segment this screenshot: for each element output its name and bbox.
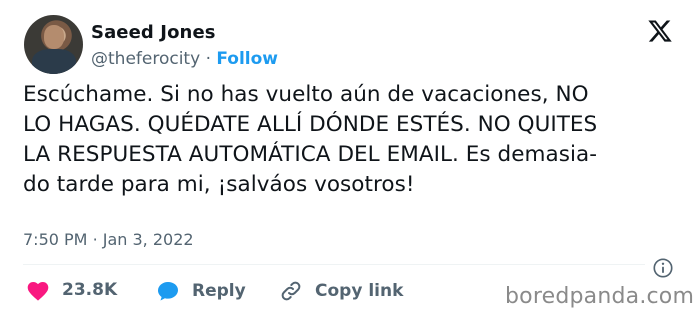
tweet-card: Saeed Jones @theferocity · Follow Escúch… [0, 0, 700, 318]
copy-link-button[interactable]: Copy link [279, 279, 403, 303]
author-name[interactable]: Saeed Jones [91, 22, 216, 43]
x-logo-icon[interactable] [646, 18, 674, 44]
author-handle[interactable]: @theferocity [91, 49, 200, 69]
tweet-text-line: do tarde para mi, ¡salváos vosotros! [23, 172, 415, 197]
date-separator: · [92, 230, 98, 249]
handle-row: @theferocity · Follow [91, 49, 278, 69]
tweet-time: 7:50 PM [23, 230, 88, 249]
copy-link-label: Copy link [315, 281, 404, 301]
tweet-text-line: LO HAGAS. QUÉDATE ALLÍ DÓNDE ESTÉS. NO Q… [23, 112, 598, 137]
like-count: 23.8K [62, 280, 118, 300]
reply-button[interactable]: Reply [156, 279, 246, 303]
link-icon [281, 281, 301, 301]
reply-label: Reply [192, 281, 246, 301]
divider [23, 264, 645, 265]
tweet-text-line: Escúchame. Si no has vuelto aún de vacac… [23, 82, 589, 107]
like-button[interactable]: 23.8K [26, 279, 117, 301]
avatar[interactable] [24, 15, 83, 74]
tweet-text-line: LA RESPUESTA AUTOMÁTICA DEL EMAIL. Es de… [23, 142, 598, 167]
heart-icon [27, 282, 49, 301]
info-icon[interactable] [652, 257, 674, 279]
dot-separator: · [205, 49, 211, 69]
reply-bubble-icon [158, 282, 178, 301]
follow-button[interactable]: Follow [216, 49, 278, 69]
tweet-text: Escúchame. Si no has vuelto aún de vacac… [23, 80, 683, 200]
timestamp[interactable]: 7:50 PM · Jan 3, 2022 [23, 230, 194, 249]
watermark: boredpanda.com [505, 284, 695, 309]
tweet-date: Jan 3, 2022 [102, 230, 194, 249]
